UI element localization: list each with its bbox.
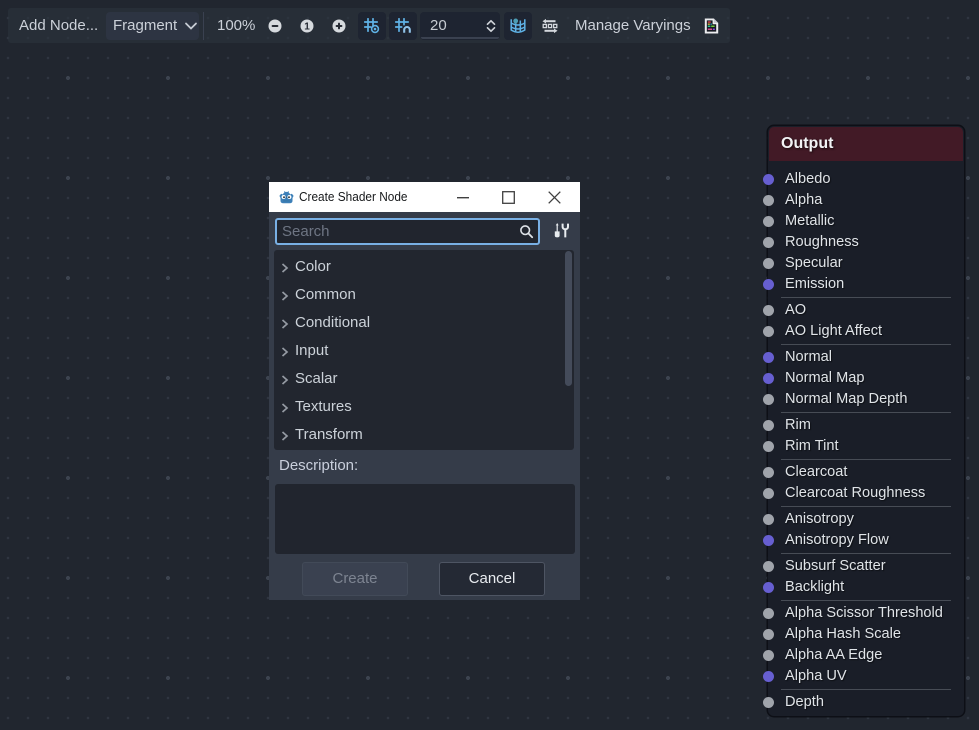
svg-text:1: 1 xyxy=(304,22,310,33)
